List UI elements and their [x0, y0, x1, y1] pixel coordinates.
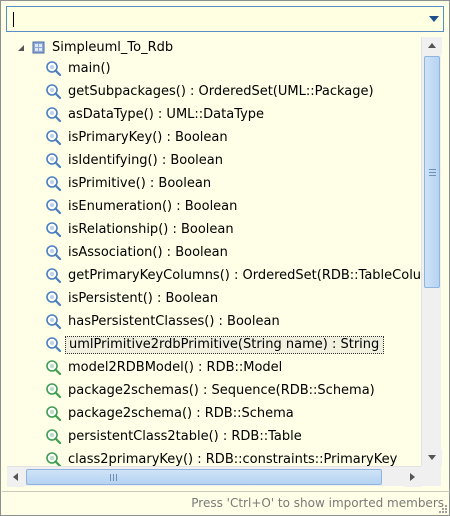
tree-item-label: class2primaryKey() : RDB::constraints::P… [68, 452, 398, 466]
grip-line [110, 474, 111, 481]
query-operation-icon [46, 84, 62, 100]
query-operation-icon [46, 107, 62, 123]
tree-item[interactable]: asDataType() : UML::DataType [45, 104, 268, 126]
tree-item-label: isAssociation() : Boolean [68, 245, 228, 260]
grip-line [429, 175, 436, 176]
tree-root-label: Simpleuml_To_Rdb [52, 40, 174, 55]
tree-item[interactable]: isPersistent() : Boolean [45, 288, 222, 310]
scroll-right-icon[interactable] [404, 467, 421, 487]
tree-item[interactable]: isAssociation() : Boolean [45, 242, 232, 264]
tree-item[interactable]: isPrimaryKey() : Boolean [45, 127, 232, 149]
status-hint: Press 'Ctrl+O' to show imported members [191, 496, 444, 510]
query-operation-icon [46, 337, 62, 353]
tree-item[interactable]: isPrimitive() : Boolean [45, 173, 215, 195]
grip-line [429, 172, 436, 173]
scroll-left-icon[interactable] [7, 467, 24, 487]
query-operation-icon [46, 314, 62, 330]
scroll-down-icon[interactable] [422, 449, 442, 466]
tree-item-label: isEnumeration() : Boolean [68, 199, 238, 214]
outline-popup: Simpleuml_To_Rdb main() getSubpackages() … [0, 0, 450, 516]
horizontal-scrollbar[interactable] [7, 466, 421, 487]
tree-item-label: asDataType() : UML::DataType [68, 107, 265, 122]
tree-item[interactable]: isIdentifying() : Boolean [45, 150, 227, 172]
tree-item-label: persistentClass2table() : RDB::Table [68, 429, 302, 444]
tree-item-label: isPersistent() : Boolean [68, 291, 219, 306]
horizontal-scroll-thumb[interactable] [26, 469, 382, 485]
resize-grip-icon[interactable] [438, 504, 448, 514]
filter-dropdown-icon[interactable] [429, 16, 439, 23]
mapping-operation-icon [46, 360, 62, 376]
query-operation-icon [46, 176, 62, 192]
query-operation-icon [46, 61, 62, 77]
tree-item-label: umlPrimitive2rdbPrimitive(String name) :… [65, 336, 385, 354]
tree-item[interactable]: isRelationship() : Boolean [45, 219, 238, 241]
mapping-operation-icon [46, 429, 62, 445]
tree-item-label: package2schema() : RDB::Schema [68, 406, 294, 421]
vertical-scroll-thumb[interactable] [424, 56, 440, 288]
tree-item-label: isPrimaryKey() : Boolean [68, 130, 228, 145]
text-caret [13, 12, 14, 27]
query-operation-icon [46, 199, 62, 215]
status-bar: Press 'Ctrl+O' to show imported members [2, 491, 450, 516]
tree-item[interactable]: getSubpackages() : OrderedSet(UML::Packa… [45, 81, 378, 103]
vertical-scrollbar[interactable] [421, 37, 442, 466]
tree-item-label: isPrimitive() : Boolean [68, 176, 212, 191]
query-operation-icon [46, 130, 62, 146]
tree-item[interactable]: class2primaryKey() : RDB::constraints::P… [45, 449, 401, 466]
tree-item[interactable]: main() [45, 58, 115, 80]
collapse-triangle-icon[interactable] [16, 43, 26, 53]
mapping-operation-icon [46, 452, 62, 466]
tree-item[interactable]: hasPersistentClasses() : Boolean [45, 311, 284, 333]
grip-line [113, 474, 114, 481]
query-operation-icon [46, 153, 62, 169]
tree-item-label: isIdentifying() : Boolean [68, 153, 223, 168]
grip-line [429, 169, 436, 170]
query-operation-icon [46, 245, 62, 261]
tree-item[interactable]: isEnumeration() : Boolean [45, 196, 241, 218]
mapping-operation-icon [46, 383, 62, 399]
query-operation-icon [46, 291, 62, 307]
mapping-operation-icon [46, 406, 62, 422]
tree-item[interactable]: getPrimaryKeyColumns() : OrderedSet(RDB:… [45, 265, 421, 287]
filter-input[interactable] [6, 6, 444, 32]
tree-item-label: package2schemas() : Sequence(RDB::Schema… [68, 383, 375, 398]
tree-item-label: getPrimaryKeyColumns() : OrderedSet(RDB:… [68, 268, 421, 283]
tree-item-label: main() [68, 61, 111, 76]
tree-item[interactable]: model2RDBModel() : RDB::Model [45, 357, 286, 379]
query-operation-icon [46, 268, 62, 284]
tree-item[interactable]: umlPrimitive2rdbPrimitive(String name) :… [45, 334, 385, 356]
tree-item-label: model2RDBModel() : RDB::Model [68, 360, 283, 375]
tree-item[interactable]: package2schema() : RDB::Schema [45, 403, 298, 425]
scrollbar-corner [421, 466, 441, 486]
tree-item[interactable]: persistentClass2table() : RDB::Table [45, 426, 306, 448]
tree-item-label: getSubpackages() : OrderedSet(UML::Packa… [68, 84, 374, 99]
scroll-up-icon[interactable] [422, 37, 442, 54]
tree-item[interactable]: package2schemas() : Sequence(RDB::Schema… [45, 380, 379, 402]
grip-line [116, 474, 117, 481]
outline-tree: Simpleuml_To_Rdb main() getSubpackages() … [7, 37, 421, 466]
tree-item-label: hasPersistentClasses() : Boolean [68, 314, 280, 329]
module-icon [32, 41, 45, 54]
query-operation-icon [46, 222, 62, 238]
tree-item-label: isRelationship() : Boolean [68, 222, 234, 237]
